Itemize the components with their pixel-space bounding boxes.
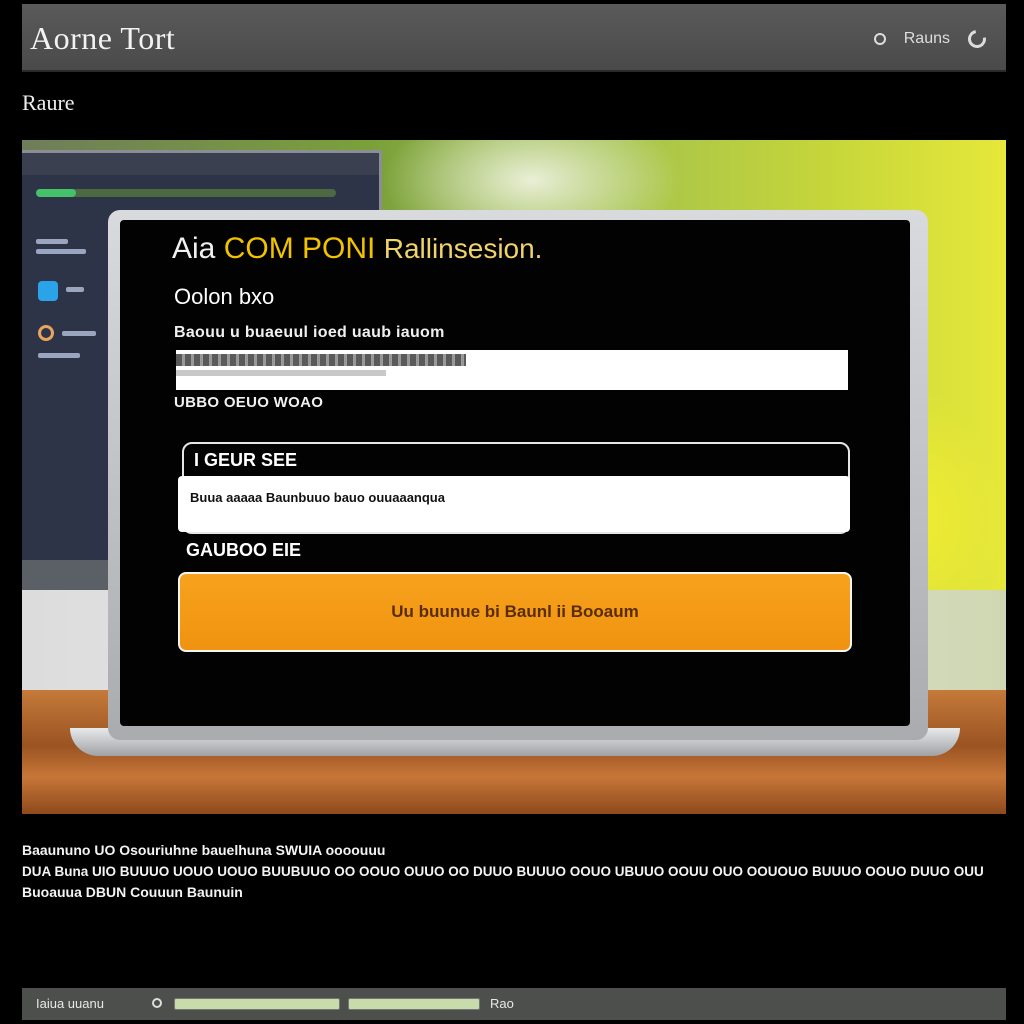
heading-suffix: Rallinsesion. xyxy=(383,233,543,264)
app-title: Aorne Tort xyxy=(30,20,176,56)
status-bar: Iaiua uuanu Rao xyxy=(22,988,1006,1020)
monitor-stand xyxy=(22,560,110,590)
monitor-text-line xyxy=(36,239,68,244)
progress-bar-2 xyxy=(348,998,480,1010)
app-window: Aorne Tort Rauns Raure Aia COM PONI Rall… xyxy=(22,4,1006,1020)
monitor-topbar xyxy=(22,153,379,175)
monitor-text-line xyxy=(62,331,96,336)
field2-label: I GEUR SEE xyxy=(194,450,298,470)
description-line: Baaununo UO Osouriuhne bauelhuna SWUIA o… xyxy=(22,842,386,858)
progress-bar-1 xyxy=(174,998,340,1010)
refresh-icon[interactable] xyxy=(964,26,990,52)
primary-button[interactable]: Uu buunue bi Baunl ii Booaum xyxy=(178,572,852,652)
title-bar: Aorne Tort Rauns xyxy=(22,4,1006,72)
status-right-label: Rao xyxy=(490,996,514,1011)
field1-label: Baouu u buaeuul ioed uaub iauom xyxy=(174,324,445,341)
monitor-text-line xyxy=(36,249,86,254)
heading-highlight: COM PONI xyxy=(223,232,376,265)
field1-placeholder-underline xyxy=(176,370,386,376)
top-link[interactable]: Rauns xyxy=(904,30,950,48)
monitor-text-line xyxy=(38,353,80,358)
photo-scene: Aia COM PONI Rallinsesion. Oolon bxo Bao… xyxy=(22,140,1006,814)
progress-fill-1 xyxy=(175,999,339,1009)
progress-fill-2 xyxy=(349,999,479,1009)
monitor-ring-icon xyxy=(38,325,54,341)
secondary-link[interactable]: GAUBOO EIE xyxy=(186,540,301,561)
dialog-heading: Aia COM PONI Rallinsesion. xyxy=(172,232,542,266)
description-line: Buoauua DBUN Couuun Baunuin xyxy=(22,884,243,900)
field1-input[interactable] xyxy=(176,350,848,390)
description-line: DUA Buna UIO BUUUO UOUO UOUO BUUBUUO OO … xyxy=(22,864,984,879)
status-dot-icon xyxy=(152,998,162,1008)
monitor-app-icon xyxy=(38,281,58,301)
heading-prefix: Aia xyxy=(172,232,216,265)
field1-hint: UBBO OEUO WOAO xyxy=(174,394,324,411)
field1-placeholder xyxy=(176,354,466,366)
title-bar-actions: Rauns xyxy=(873,26,990,52)
field2-input[interactable]: Buua aaaaa Baunbuuo bauo ouuaaanqua xyxy=(178,476,850,532)
dialog: Aia COM PONI Rallinsesion. Oolon bxo Bao… xyxy=(120,220,910,726)
monitor-text-line xyxy=(66,287,84,292)
page-label: Raure xyxy=(22,90,75,115)
status-circle-icon xyxy=(873,33,886,45)
status-label: Iaiua uuanu xyxy=(36,996,104,1011)
monitor-bar-fill xyxy=(36,189,76,197)
monitor-bar xyxy=(36,189,336,197)
laptop: Aia COM PONI Rallinsesion. Oolon bxo Bao… xyxy=(108,210,928,740)
dialog-subheading: Oolon bxo xyxy=(174,284,275,309)
